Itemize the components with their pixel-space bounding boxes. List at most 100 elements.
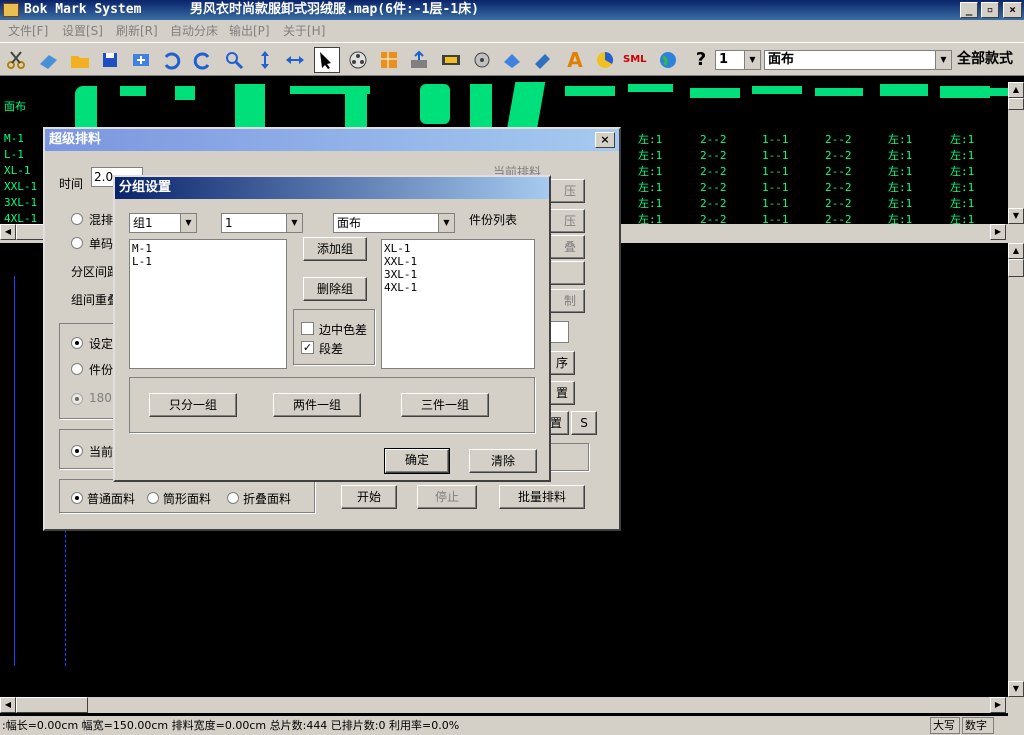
list-item[interactable]: XXL-1 [384, 255, 532, 268]
ok-button[interactable]: 确定 [384, 448, 450, 474]
plot-icon[interactable] [501, 49, 523, 71]
chevron-down-icon: ▼ [935, 51, 951, 69]
mixed-radio[interactable] [71, 213, 83, 225]
size-label: 3XL-1 [4, 196, 38, 209]
pattern-piece [628, 84, 673, 92]
close-button[interactable]: × [1003, 2, 1022, 18]
toolbar: A SML ? 1 ▼ 面布 ▼ 全部款式 [0, 42, 1024, 76]
group-members-list[interactable]: M-1 L-1 [129, 239, 287, 369]
tool-icon[interactable] [532, 49, 554, 71]
scroll-thumb[interactable] [16, 224, 44, 240]
open-folder-icon[interactable] [69, 49, 91, 71]
menu-refresh[interactable]: 刷新[R] [116, 20, 158, 42]
new-file-icon[interactable] [37, 49, 59, 71]
caps-indicator: 大写 [930, 717, 960, 734]
horizontal-move-icon[interactable] [284, 49, 306, 71]
scroll-left-icon[interactable]: ◀ [0, 697, 16, 713]
normal-fabric-label: 普通面料 [87, 492, 136, 506]
print-icon[interactable] [471, 49, 493, 71]
redo-icon[interactable] [192, 49, 214, 71]
file-title: 男风衣时尚款服卸式羽绒服.map(6件:-1层-1床) [190, 2, 479, 17]
menu-about[interactable]: 关于[H] [283, 20, 325, 42]
help-icon[interactable]: ? [690, 49, 712, 71]
size-label: L-1 [4, 148, 24, 161]
rotate-180-radio[interactable] [71, 393, 83, 405]
scroll-down-icon[interactable]: ▼ [1008, 681, 1024, 697]
mixed-label: 混排 [89, 213, 114, 227]
scroll-up-icon[interactable]: ▲ [1008, 82, 1024, 98]
scroll-thumb[interactable] [16, 697, 88, 713]
current-radio[interactable] [71, 445, 83, 457]
tube-fabric-radio[interactable] [147, 492, 159, 504]
s-button[interactable]: S [571, 411, 597, 435]
main-horizontal-scrollbar[interactable]: ◀ ▶ [0, 697, 1008, 713]
list-item[interactable]: M-1 [132, 242, 284, 255]
marker-icon[interactable] [440, 49, 462, 71]
normal-fabric-radio[interactable] [71, 492, 83, 504]
scroll-right-icon[interactable]: ▶ [990, 697, 1006, 713]
menu-file[interactable]: 文件[F] [8, 20, 48, 42]
segment-diff-checkbox[interactable]: ✓ [301, 341, 314, 354]
scroll-down-icon[interactable]: ▼ [1008, 208, 1024, 224]
pattern-piece [420, 84, 450, 124]
scroll-thumb[interactable] [1008, 259, 1024, 277]
film-reel-icon[interactable] [347, 49, 369, 71]
group-select[interactable]: 组1 ▼ [129, 213, 197, 233]
export-icon[interactable] [408, 49, 430, 71]
current-label: 当前 [89, 445, 114, 459]
zoom-icon[interactable] [223, 49, 245, 71]
list-item[interactable]: 3XL-1 [384, 268, 532, 281]
chevron-down-icon: ▼ [438, 214, 454, 232]
three-per-group-button[interactable]: 三件一组 [401, 393, 489, 417]
import-icon[interactable] [130, 49, 152, 71]
select-tool-icon[interactable] [314, 47, 340, 73]
menu-output[interactable]: 输出[P] [229, 20, 270, 42]
top-vertical-scrollbar[interactable]: ▲ ▼ [1008, 82, 1024, 224]
scroll-left-icon[interactable]: ◀ [0, 224, 16, 240]
size-list-icon[interactable]: SML [623, 49, 651, 71]
main-vertical-scrollbar[interactable]: ▲ ▼ [1008, 243, 1024, 697]
zone-spacing-label: 分区间距 [71, 265, 120, 279]
menu-auto-split[interactable]: 自动分床 [170, 20, 218, 42]
fabric-select[interactable]: 面布 ▼ [764, 50, 952, 70]
two-per-group-button[interactable]: 两件一组 [273, 393, 361, 417]
edge-color-diff-checkbox[interactable] [301, 322, 314, 335]
scroll-thumb[interactable] [1008, 98, 1024, 110]
piece-radio[interactable] [71, 363, 83, 375]
text-tool-icon[interactable]: A [564, 49, 586, 71]
save-icon[interactable] [99, 49, 121, 71]
menu-settings[interactable]: 设置[S] [62, 20, 103, 42]
undo-icon[interactable] [160, 49, 182, 71]
maximize-button[interactable]: ▫ [981, 2, 999, 18]
list-item[interactable]: L-1 [132, 255, 284, 268]
scroll-corner [1008, 697, 1024, 716]
list-item[interactable]: XL-1 [384, 242, 532, 255]
batch-layout-button[interactable]: 批量排料 [499, 485, 585, 509]
scroll-right-icon[interactable]: ▶ [990, 224, 1006, 240]
list-item[interactable]: 4XL-1 [384, 281, 532, 294]
number-select[interactable]: 1 ▼ [221, 213, 303, 233]
fabric-select[interactable]: 面布 ▼ [333, 213, 455, 233]
size-label: XL-1 [4, 164, 31, 177]
globe-icon[interactable] [657, 49, 679, 71]
single-code-radio[interactable] [71, 237, 83, 249]
minimize-button[interactable]: _ [960, 2, 978, 18]
style-filter-label[interactable]: 全部款式 [954, 50, 1020, 70]
size-label: M-1 [4, 132, 24, 145]
fold-fabric-radio[interactable] [227, 492, 239, 504]
one-group-button[interactable]: 只分一组 [149, 393, 237, 417]
delete-group-button[interactable]: 删除组 [303, 277, 367, 301]
scissors-icon[interactable] [5, 49, 27, 71]
piece-list[interactable]: XL-1 XXL-1 3XL-1 4XL-1 [381, 239, 535, 369]
add-group-button[interactable]: 添加组 [303, 237, 367, 261]
start-button[interactable]: 开始 [341, 485, 397, 509]
number-select[interactable]: 1 ▼ [715, 50, 761, 70]
close-icon[interactable]: × [595, 132, 615, 148]
clear-button[interactable]: 清除 [469, 449, 537, 473]
vertical-move-icon[interactable] [254, 49, 276, 71]
stop-button[interactable]: 停止 [417, 485, 477, 509]
set-radio[interactable] [71, 337, 83, 349]
color-wheel-icon[interactable] [594, 49, 616, 71]
scroll-up-icon[interactable]: ▲ [1008, 243, 1024, 259]
pattern-pieces-icon[interactable] [378, 49, 400, 71]
